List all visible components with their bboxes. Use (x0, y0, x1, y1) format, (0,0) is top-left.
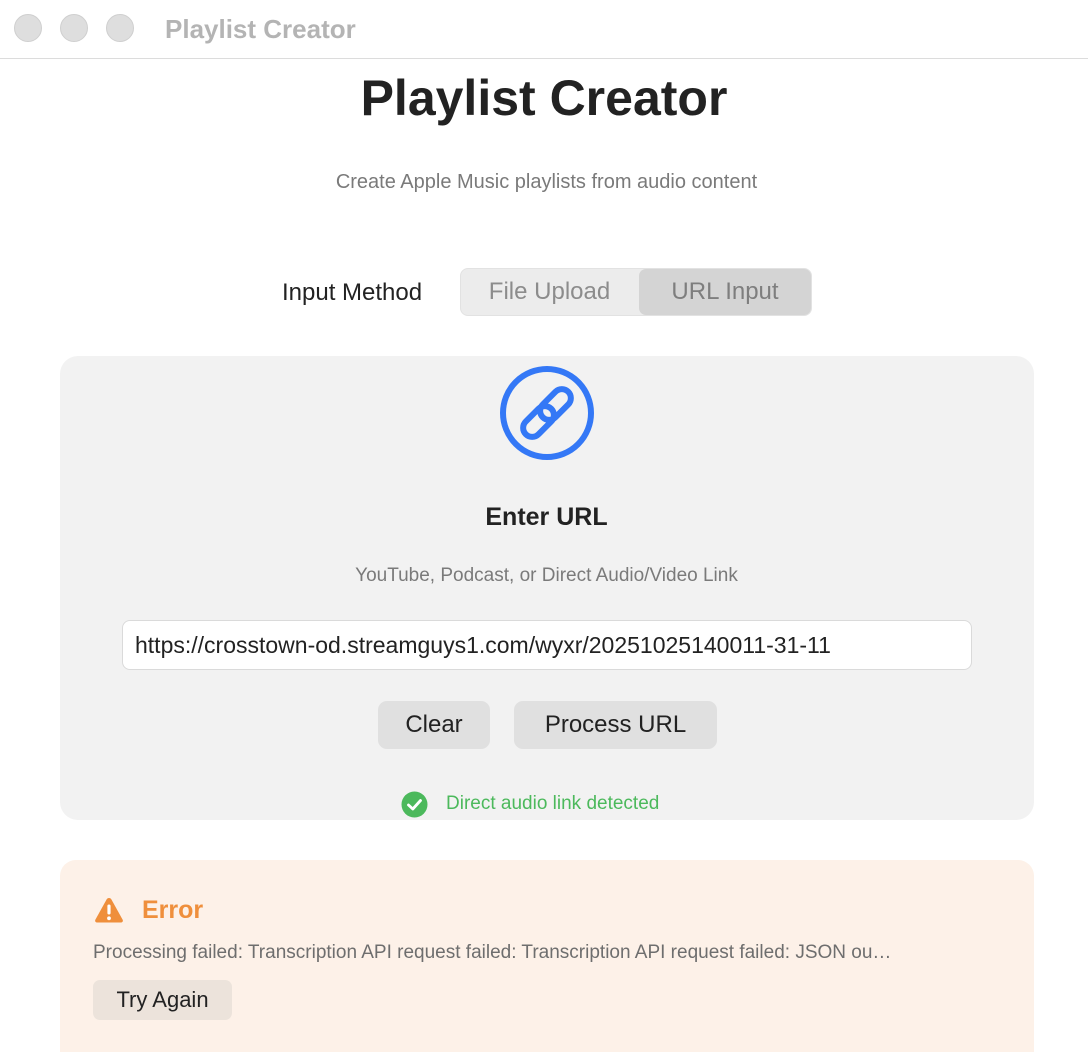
url-input-field[interactable] (122, 620, 972, 670)
checkmark-circle-icon (401, 791, 428, 818)
window-title: Playlist Creator (165, 14, 356, 44)
warning-triangle-icon (95, 898, 123, 923)
clear-button[interactable]: Clear (378, 701, 490, 749)
link-icon (500, 366, 594, 460)
page-subtitle: Create Apple Music playlists from audio … (335, 171, 758, 193)
error-title: Error (142, 896, 204, 924)
file-upload-segment[interactable]: File Upload (461, 269, 638, 315)
input-method-label: Input Method (282, 279, 423, 306)
link-status-text: Direct audio link detected (446, 793, 660, 814)
error-message: Processing failed: Transcription API req… (93, 942, 892, 963)
app-window: Playlist Creator Playlist Creator Create… (0, 0, 1088, 1052)
url-input-segment[interactable]: URL Input (639, 269, 811, 315)
enter-url-heading: Enter URL (485, 503, 608, 531)
title-bar: Playlist Creator (0, 0, 1088, 59)
zoom-window-button[interactable] (106, 14, 134, 42)
input-method-segmented-control: File Upload URL Input (460, 268, 812, 316)
close-window-button[interactable] (14, 14, 42, 42)
minimize-window-button[interactable] (60, 14, 88, 42)
url-hint-text: YouTube, Podcast, or Direct Audio/Video … (355, 565, 738, 586)
try-again-button[interactable]: Try Again (93, 980, 232, 1020)
process-url-button[interactable]: Process URL (514, 701, 717, 749)
page-title: Playlist Creator (360, 70, 728, 126)
